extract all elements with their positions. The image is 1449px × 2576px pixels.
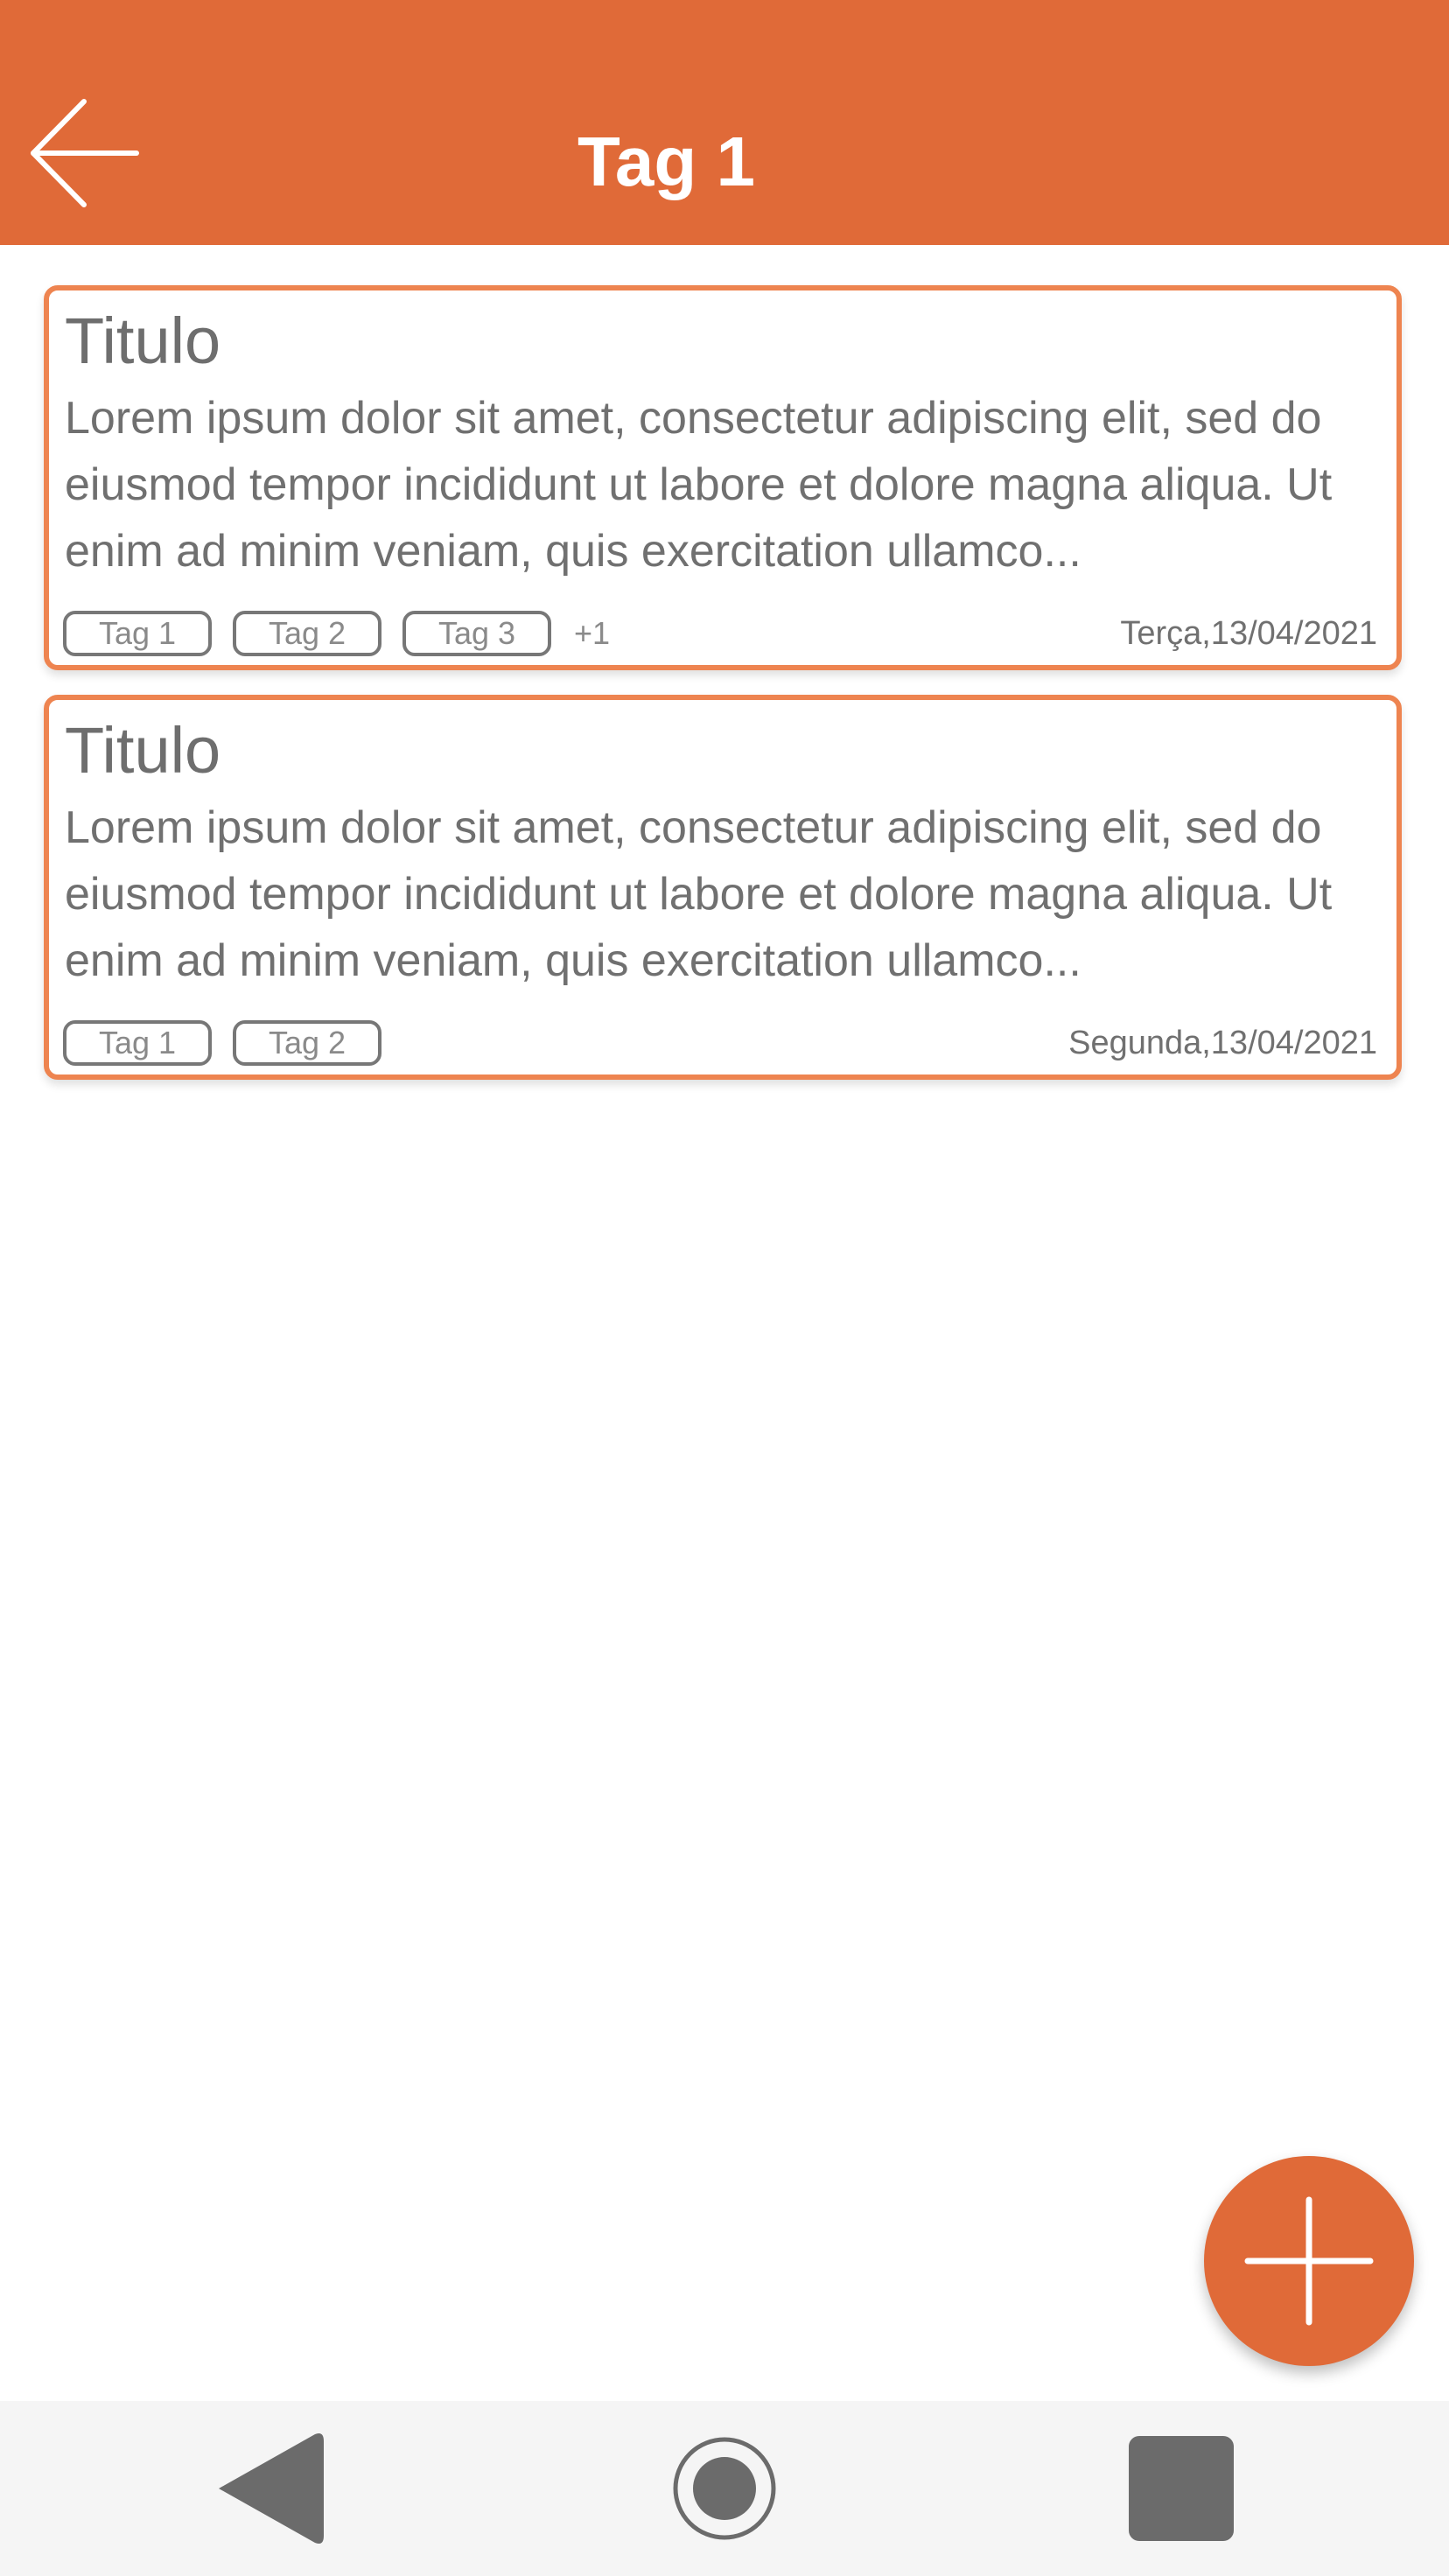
tag-list: Tag 1 Tag 2 Tag 3 +1 <box>63 609 610 658</box>
tag-chip[interactable]: Tag 1 <box>63 611 212 656</box>
note-date: Segunda,13/04/2021 <box>1068 1025 1377 1061</box>
tag-chip[interactable]: Tag 2 <box>233 611 382 656</box>
note-title: Titulo <box>65 304 221 377</box>
note-card[interactable]: Titulo Lorem ipsum dolor sit amet, conse… <box>44 695 1402 1080</box>
tag-chip[interactable]: Tag 3 <box>402 611 551 656</box>
app-screen: Tag 1 Titulo Lorem ipsum dolor sit amet,… <box>0 0 1449 2576</box>
app-header: Tag 1 <box>0 0 1449 245</box>
note-date: Terça,13/04/2021 <box>1120 615 1377 652</box>
system-back-button[interactable] <box>201 2427 341 2550</box>
square-recent-icon <box>1129 2436 1234 2541</box>
system-home-button[interactable] <box>654 2427 794 2550</box>
tag-list: Tag 1 Tag 2 <box>63 1018 402 1068</box>
arrow-left-icon <box>31 99 139 207</box>
note-title: Titulo <box>65 714 221 787</box>
system-recent-apps-button[interactable] <box>1110 2427 1250 2550</box>
note-body: Lorem ipsum dolor sit amet, consectetur … <box>65 802 1333 986</box>
page-title: Tag 1 <box>578 122 756 200</box>
plus-icon <box>1244 2196 1374 2326</box>
back-button[interactable] <box>26 96 140 210</box>
add-note-button[interactable] <box>1204 2156 1414 2366</box>
note-card[interactable]: Titulo Lorem ipsum dolor sit amet, conse… <box>44 285 1402 670</box>
tag-chip[interactable]: Tag 2 <box>233 1020 382 1066</box>
more-tags-count: +1 <box>574 615 611 651</box>
circle-home-icon <box>673 2437 776 2540</box>
system-navigation-bar <box>0 2401 1449 2576</box>
triangle-back-icon <box>219 2433 324 2544</box>
tag-chip[interactable]: Tag 1 <box>63 1020 212 1066</box>
note-body: Lorem ipsum dolor sit amet, consectetur … <box>65 393 1333 577</box>
